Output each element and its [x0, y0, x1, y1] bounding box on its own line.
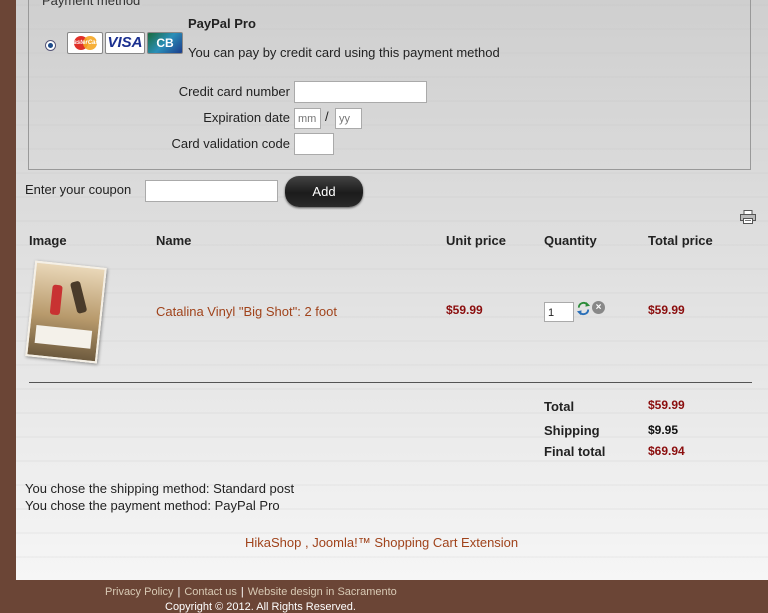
header-quantity: Quantity [544, 233, 597, 248]
exp-year-input[interactable] [335, 108, 362, 129]
payment-legend: Payment method [40, 0, 143, 8]
total-price-value: $59.99 [648, 303, 685, 317]
final-total-value: $69.94 [648, 444, 685, 458]
total-label: Total [544, 399, 575, 414]
refresh-icon[interactable] [576, 301, 591, 316]
product-image[interactable] [25, 260, 107, 364]
payment-method-title: PayPal Pro [188, 16, 256, 31]
header-total-price: Total price [648, 233, 713, 248]
final-total-label: Final total [544, 444, 606, 459]
footer-separator: | [177, 586, 181, 598]
exp-separator: / [325, 109, 329, 124]
paypal-pro-radio[interactable] [45, 40, 56, 51]
shipping-method-text: You chose the shipping method: Standard … [25, 481, 295, 496]
shipping-value: $9.95 [648, 423, 679, 437]
cart-divider [29, 382, 752, 383]
expiration-label: Expiration date [203, 110, 290, 125]
extension-credit-link[interactable]: HikaShop , Joomla!™ Shopping Cart Extens… [245, 535, 518, 550]
add-coupon-button[interactable]: Add [285, 176, 363, 207]
website-design-link[interactable]: Website design in Sacramento [248, 586, 397, 598]
unit-price-value: $59.99 [446, 303, 483, 317]
payment-method-text: You chose the payment method: PayPal Pro [25, 498, 280, 513]
header-name: Name [156, 233, 192, 248]
product-name-link[interactable]: Catalina Vinyl "Big Shot": 2 foot [156, 304, 337, 319]
quantity-input[interactable] [544, 302, 574, 322]
cc-number-label: Credit card number [178, 84, 290, 99]
visa-logo-icon: VISA [105, 32, 145, 54]
shipping-label: Shipping [544, 423, 600, 438]
print-icon[interactable] [740, 210, 756, 224]
coupon-input[interactable] [145, 180, 278, 202]
coupon-label: Enter your coupon [25, 182, 132, 197]
footer-links: Privacy Policy | Contact us | Website design… [105, 586, 397, 598]
copyright-text: Copyright © 2012. All Rights Reserved. [165, 601, 356, 613]
header-image: Image [29, 233, 67, 248]
mastercard-logo-icon: MasterCard [67, 32, 103, 54]
cb-logo-icon: CB [147, 32, 183, 54]
privacy-policy-link[interactable]: Privacy Policy [105, 586, 173, 598]
cvc-label: Card validation code [171, 136, 290, 151]
payment-method-description: You can pay by credit card using this pa… [188, 45, 500, 60]
cc-number-input[interactable] [294, 81, 427, 103]
exp-month-input[interactable] [294, 108, 321, 129]
header-unit-price: Unit price [446, 233, 506, 248]
contact-us-link[interactable]: Contact us [184, 586, 237, 598]
cvc-input[interactable] [294, 133, 334, 155]
remove-item-icon[interactable]: × [592, 301, 605, 314]
total-value: $59.99 [648, 398, 685, 412]
footer-separator: | [240, 586, 244, 598]
